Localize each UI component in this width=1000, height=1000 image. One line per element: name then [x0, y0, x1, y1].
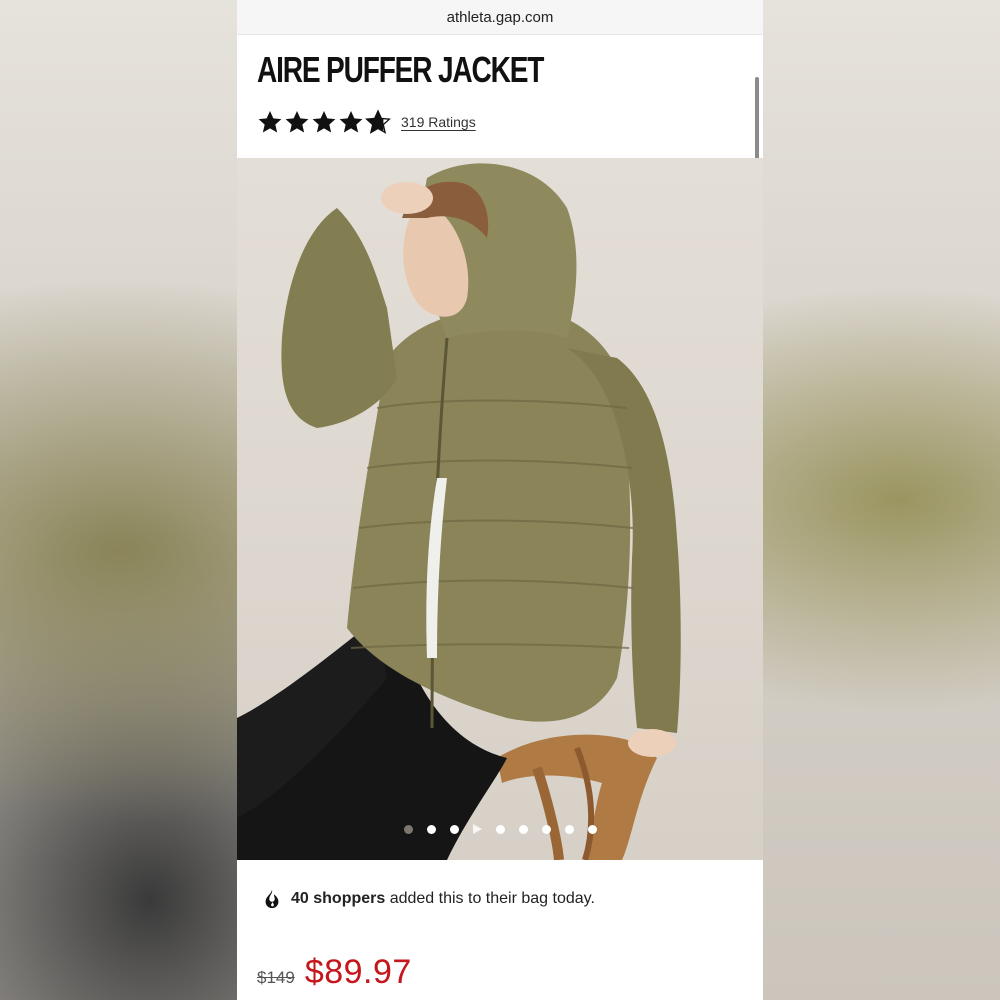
partial-star-icon — [365, 109, 391, 135]
carousel-dot[interactable] — [541, 824, 551, 834]
social-proof-text: added this to their bag today. — [385, 890, 595, 907]
rating-row: 319 Ratings — [257, 109, 476, 135]
carousel-dot-active[interactable] — [426, 824, 436, 834]
product-title: AIRE PUFFER JACKET — [257, 49, 544, 90]
shopper-count: 40 shoppers — [291, 890, 386, 907]
star-icon — [311, 109, 337, 135]
carousel-dot[interactable] — [518, 824, 528, 834]
mobile-browser-window: athleta.gap.com AIRE PUFFER JACKET 319 R… — [237, 0, 763, 1000]
product-image[interactable] — [237, 158, 763, 860]
ratings-link[interactable]: 319 Ratings — [401, 114, 476, 130]
social-proof-banner: 40 shoppers added this to their bag toda… — [261, 888, 595, 910]
sale-price: $89.97 — [304, 953, 412, 991]
star-icon — [338, 109, 364, 135]
carousel-pagination[interactable] — [237, 824, 763, 834]
price-row: $149 $89.97 — [257, 953, 412, 992]
star-rating[interactable] — [257, 109, 391, 135]
carousel-dot[interactable] — [495, 824, 505, 834]
carousel-dot[interactable] — [587, 824, 597, 834]
url-text[interactable]: athleta.gap.com — [447, 9, 554, 26]
flame-icon — [261, 888, 291, 910]
original-price: $149 — [257, 968, 295, 987]
product-header: AIRE PUFFER JACKET 319 Ratings — [237, 35, 763, 185]
star-icon — [284, 109, 310, 135]
carousel-dot[interactable] — [403, 824, 413, 834]
video-play-icon[interactable] — [472, 824, 482, 834]
product-photo-illustration — [237, 163, 681, 860]
carousel-dot[interactable] — [564, 824, 574, 834]
carousel-dot[interactable] — [449, 824, 459, 834]
address-bar[interactable]: athleta.gap.com — [237, 0, 763, 35]
star-icon — [257, 109, 283, 135]
